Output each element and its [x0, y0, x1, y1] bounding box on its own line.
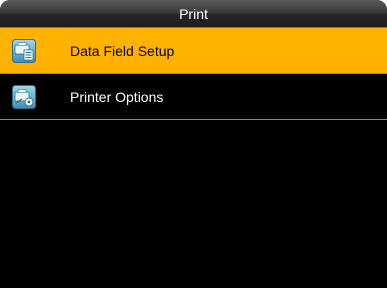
device-screen: Print Data Field Setup Printer Options [0, 0, 387, 288]
menu-item-printer-options[interactable]: Printer Options [0, 74, 387, 120]
data-field-setup-icon [12, 39, 36, 63]
menu-item-label: Printer Options [70, 89, 164, 105]
menu-item-label: Data Field Setup [70, 43, 175, 59]
menu-item-data-field-setup[interactable]: Data Field Setup [0, 28, 387, 74]
page-title: Print [179, 6, 208, 22]
printer-options-icon [12, 85, 36, 109]
title-bar: Print [0, 0, 387, 28]
print-menu: Data Field Setup Printer Options [0, 28, 387, 120]
